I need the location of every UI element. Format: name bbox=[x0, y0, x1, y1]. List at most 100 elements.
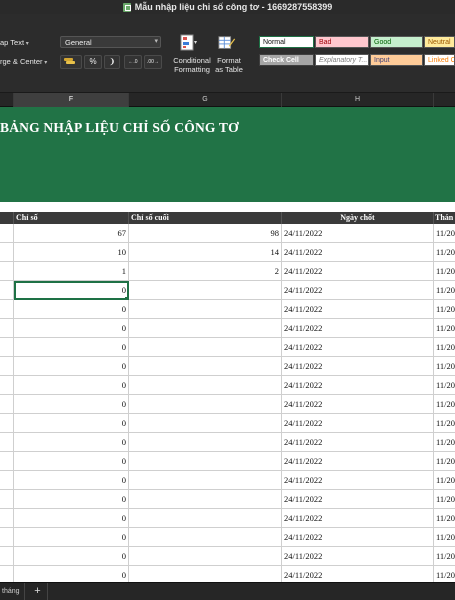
cell-chi-so-cuoi[interactable] bbox=[129, 566, 282, 582]
cell-ngay-chot[interactable]: 24/11/2022 bbox=[282, 319, 434, 338]
cell-chi-so-cuoi[interactable] bbox=[129, 528, 282, 547]
cell-thang[interactable]: 11/20 bbox=[434, 338, 455, 357]
cell-chi-so-cuoi[interactable]: 98 bbox=[129, 224, 282, 243]
cell-chi-so[interactable]: 10 bbox=[14, 243, 129, 262]
row-cell-e[interactable] bbox=[0, 243, 14, 262]
cell-ngay-chot[interactable]: 24/11/2022 bbox=[282, 243, 434, 262]
cell-ngay-chot[interactable]: 24/11/2022 bbox=[282, 262, 434, 281]
cell-ngay-chot[interactable]: 24/11/2022 bbox=[282, 224, 434, 243]
row-cell-e[interactable] bbox=[0, 357, 14, 376]
row-cell-e[interactable] bbox=[0, 566, 14, 582]
cell-chi-so[interactable]: 0 bbox=[14, 414, 129, 433]
row-cell-e[interactable] bbox=[0, 376, 14, 395]
cell-ngay-chot[interactable]: 24/11/2022 bbox=[282, 490, 434, 509]
comma-style-button[interactable]: ❩ bbox=[104, 55, 120, 69]
cell-chi-so[interactable]: 0 bbox=[14, 566, 129, 582]
row-cell-e[interactable] bbox=[0, 471, 14, 490]
column-header-e[interactable] bbox=[0, 93, 14, 107]
cell-chi-so-cuoi[interactable] bbox=[129, 300, 282, 319]
style-explanatory[interactable]: Explanatory T... bbox=[315, 54, 369, 66]
style-normal[interactable]: Normal bbox=[259, 36, 314, 48]
cell-chi-so[interactable]: 0 bbox=[14, 319, 129, 338]
cell-ngay-chot[interactable]: 24/11/2022 bbox=[282, 528, 434, 547]
cell-thang[interactable]: 11/20 bbox=[434, 414, 455, 433]
row-cell-e[interactable] bbox=[0, 433, 14, 452]
cell-thang[interactable]: 11/20 bbox=[434, 452, 455, 471]
cell-chi-so[interactable]: 0 bbox=[14, 357, 129, 376]
cell-ngay-chot[interactable]: 24/11/2022 bbox=[282, 509, 434, 528]
cell-chi-so-cuoi[interactable]: 2 bbox=[129, 262, 282, 281]
cell-chi-so-cuoi[interactable] bbox=[129, 395, 282, 414]
cell-thang[interactable]: 11/20 bbox=[434, 547, 455, 566]
row-cell-e[interactable] bbox=[0, 490, 14, 509]
cell-chi-so-cuoi[interactable] bbox=[129, 490, 282, 509]
row-cell-e[interactable] bbox=[0, 395, 14, 414]
cell-thang[interactable]: 11/20 bbox=[434, 509, 455, 528]
conditional-formatting-button[interactable]: ▾ Conditional Formatting bbox=[172, 34, 212, 76]
cell-chi-so[interactable]: 67 bbox=[14, 224, 129, 243]
cell-ngay-chot[interactable]: 24/11/2022 bbox=[282, 395, 434, 414]
cell-thang[interactable]: 11/20 bbox=[434, 300, 455, 319]
format-as-table-button[interactable]: Format as Table bbox=[212, 34, 246, 76]
cell-chi-so-cuoi[interactable] bbox=[129, 547, 282, 566]
row-cell-e[interactable] bbox=[0, 300, 14, 319]
column-header-g[interactable]: G bbox=[129, 93, 282, 107]
cell-thang[interactable]: 11/20 bbox=[434, 376, 455, 395]
percent-style-button[interactable]: % bbox=[84, 55, 102, 69]
cell-thang[interactable]: 11/20 bbox=[434, 357, 455, 376]
column-header-i[interactable] bbox=[434, 93, 455, 107]
cell-thang[interactable]: 11/20 bbox=[434, 566, 455, 582]
cell-chi-so[interactable]: 0 bbox=[14, 300, 129, 319]
cell-ngay-chot[interactable]: 24/11/2022 bbox=[282, 452, 434, 471]
cell-ngay-chot[interactable]: 24/11/2022 bbox=[282, 281, 434, 300]
style-neutral[interactable]: Neutral bbox=[424, 36, 455, 48]
sheet-tab[interactable]: tháng bbox=[0, 583, 25, 600]
cell-ngay-chot[interactable]: 24/11/2022 bbox=[282, 566, 434, 582]
cell-chi-so[interactable]: 0 bbox=[14, 528, 129, 547]
wrap-text-button[interactable]: ap Text bbox=[0, 38, 29, 47]
column-header-f[interactable]: F bbox=[14, 93, 129, 107]
cell-chi-so[interactable]: 1 bbox=[14, 262, 129, 281]
cell-chi-so[interactable]: 0 bbox=[14, 338, 129, 357]
style-linked-cell[interactable]: Linked Cel bbox=[424, 54, 455, 66]
cell-chi-so-cuoi[interactable] bbox=[129, 509, 282, 528]
row-cell-e[interactable] bbox=[0, 547, 14, 566]
cell-chi-so[interactable]: 0 bbox=[14, 547, 129, 566]
cell-chi-so[interactable]: 0 bbox=[14, 490, 129, 509]
cell-chi-so-cuoi[interactable] bbox=[129, 433, 282, 452]
cell-chi-so-cuoi[interactable] bbox=[129, 281, 282, 300]
cell-ngay-chot[interactable]: 24/11/2022 bbox=[282, 433, 434, 452]
active-cell[interactable]: 0 bbox=[14, 281, 129, 300]
cell-chi-so-cuoi[interactable] bbox=[129, 319, 282, 338]
increase-decimal-button[interactable]: ←.0 bbox=[124, 55, 142, 69]
cell-ngay-chot[interactable]: 24/11/2022 bbox=[282, 471, 434, 490]
row-cell-e[interactable] bbox=[0, 319, 14, 338]
cell-chi-so[interactable]: 0 bbox=[14, 376, 129, 395]
cell-chi-so-cuoi[interactable] bbox=[129, 357, 282, 376]
cell-ngay-chot[interactable]: 24/11/2022 bbox=[282, 414, 434, 433]
row-cell-e[interactable] bbox=[0, 509, 14, 528]
cell-thang[interactable]: 11/20 bbox=[434, 262, 455, 281]
column-header-h[interactable]: H bbox=[282, 93, 434, 107]
cell-chi-so[interactable]: 0 bbox=[14, 509, 129, 528]
cell-chi-so-cuoi[interactable]: 14 bbox=[129, 243, 282, 262]
style-bad[interactable]: Bad bbox=[315, 36, 369, 48]
cell-ngay-chot[interactable]: 24/11/2022 bbox=[282, 547, 434, 566]
sheet-grid[interactable]: BẢNG NHẬP LIỆU CHỈ SỐ CÔNG TƠ Chỉ số Chỉ… bbox=[0, 107, 455, 582]
cell-chi-so[interactable]: 0 bbox=[14, 433, 129, 452]
number-format-select[interactable]: General ▾ bbox=[60, 36, 161, 48]
cell-thang[interactable]: 11/20 bbox=[434, 243, 455, 262]
cell-ngay-chot[interactable]: 24/11/2022 bbox=[282, 300, 434, 319]
merge-center-button[interactable]: rge & Center bbox=[0, 57, 47, 66]
cell-thang[interactable]: 11/20 bbox=[434, 224, 455, 243]
cell-chi-so[interactable]: 0 bbox=[14, 395, 129, 414]
style-check-cell[interactable]: Check Cell bbox=[259, 54, 314, 66]
cell-chi-so-cuoi[interactable] bbox=[129, 338, 282, 357]
cell-chi-so-cuoi[interactable] bbox=[129, 471, 282, 490]
style-input[interactable]: Input bbox=[370, 54, 423, 66]
cell-thang[interactable]: 11/20 bbox=[434, 395, 455, 414]
decrease-decimal-button[interactable]: .00→ bbox=[144, 55, 162, 69]
row-cell-e[interactable] bbox=[0, 262, 14, 281]
cell-chi-so[interactable]: 0 bbox=[14, 452, 129, 471]
cell-chi-so-cuoi[interactable] bbox=[129, 376, 282, 395]
